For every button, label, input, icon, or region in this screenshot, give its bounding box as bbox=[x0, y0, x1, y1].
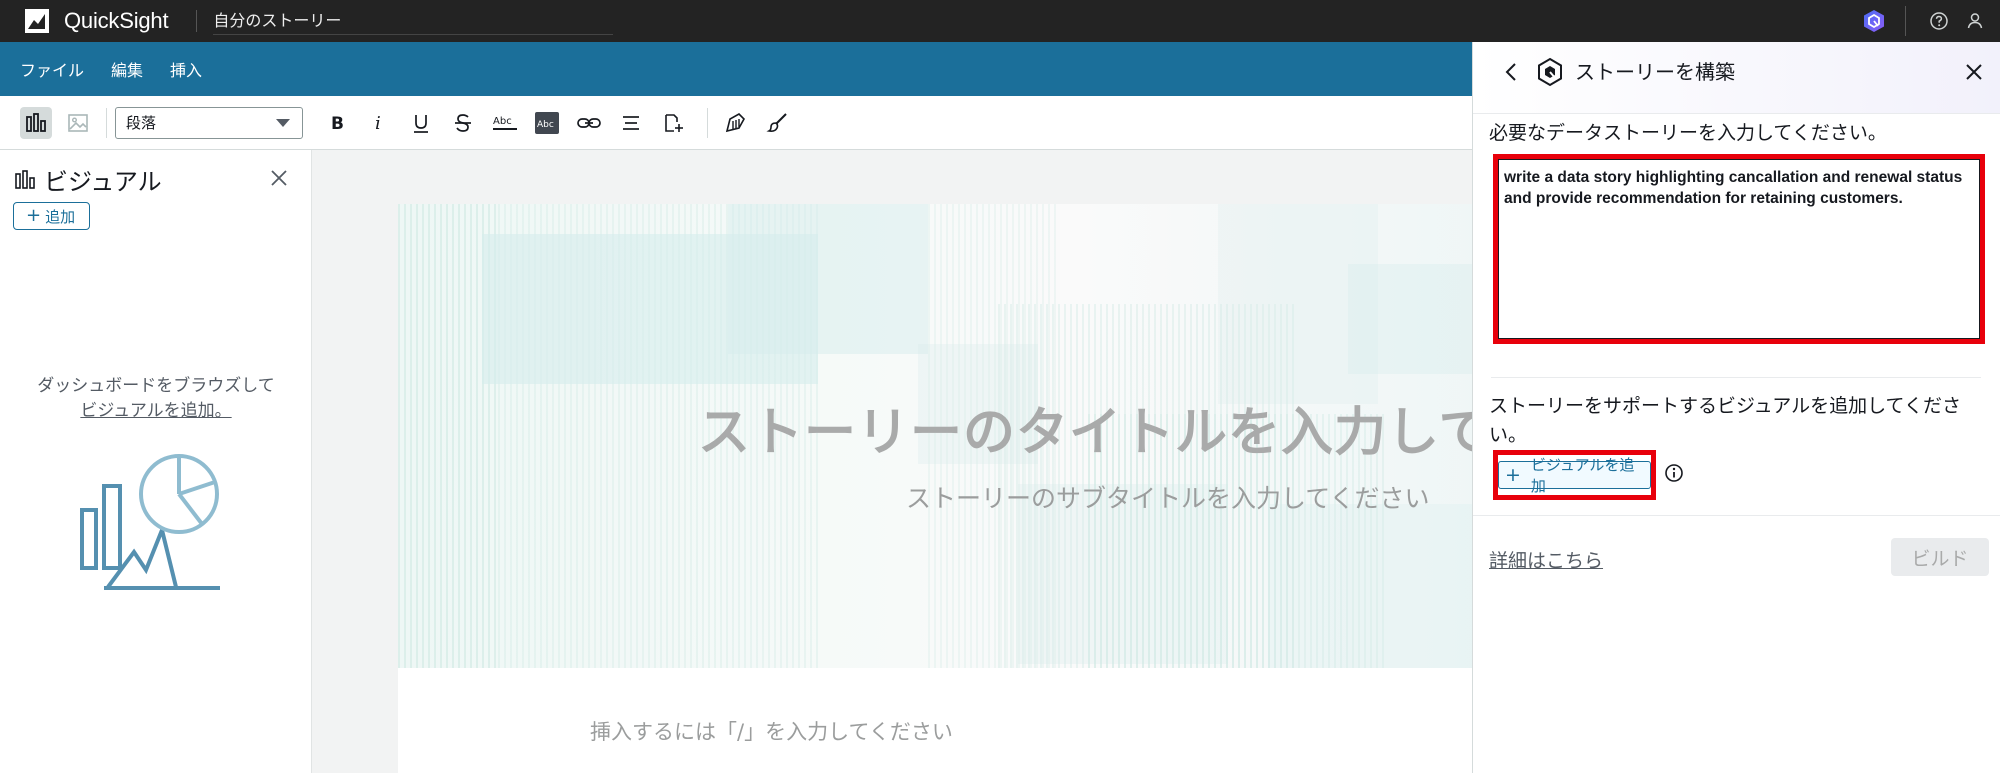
story-subtitle-placeholder[interactable]: ストーリーのサブタイトルを入力してください bbox=[906, 479, 1430, 515]
add-visual-label: 追加 bbox=[45, 207, 76, 226]
underline-icon bbox=[414, 114, 428, 133]
story-canvas: ストーリーのタイトルを入力してく ストーリーのサブタイトルを入力してください 挿… bbox=[312, 150, 1472, 773]
visuals-toggle-button[interactable] bbox=[20, 106, 52, 139]
plus-icon: + bbox=[1505, 463, 1521, 486]
build-story-title: ストーリーを構築 bbox=[1575, 60, 1735, 84]
close-build-story-button[interactable] bbox=[1961, 59, 1987, 85]
add-supporting-visual-button[interactable]: + ビジュアルを追加 bbox=[1493, 450, 1656, 500]
toolbar-divider bbox=[106, 107, 107, 138]
toolbar-divider bbox=[707, 107, 708, 138]
link-button[interactable] bbox=[573, 107, 605, 139]
chevron-left-icon bbox=[1505, 63, 1516, 81]
menu-bar: ファイル 編集 挿入 bbox=[0, 42, 1472, 96]
close-icon bbox=[1966, 64, 1982, 80]
text-color-button[interactable]: Abc bbox=[489, 107, 521, 139]
q-assistant-icon[interactable] bbox=[1863, 10, 1885, 32]
quicksight-app: QuickSight 自分のストーリー ファイル 編集 挿入 段落 B i Ab… bbox=[0, 0, 2000, 773]
theme-button[interactable] bbox=[720, 107, 752, 139]
build-button[interactable]: ビルド bbox=[1891, 538, 1989, 576]
visuals-empty-state: ダッシュボードをブラウズして ビジュアルを追加。 bbox=[0, 374, 312, 424]
topbar-divider bbox=[196, 10, 198, 32]
add-visual-button[interactable]: + 追加 bbox=[13, 202, 91, 230]
menu-insert[interactable]: 挿入 bbox=[170, 57, 202, 81]
section-divider bbox=[1491, 377, 1981, 378]
user-icon[interactable] bbox=[1964, 10, 1986, 32]
build-story-panel: ストーリーを構築 必要なデータストーリーを入力してください。 write a d… bbox=[1472, 42, 2000, 773]
menu-file[interactable]: ファイル bbox=[20, 57, 84, 81]
topbar-actions bbox=[1863, 0, 2000, 42]
learn-more-link[interactable]: 詳細はこちら bbox=[1489, 546, 1603, 573]
help-icon[interactable] bbox=[1928, 10, 1950, 32]
align-button[interactable] bbox=[615, 107, 647, 139]
insert-block-button[interactable] bbox=[657, 107, 689, 139]
add-visual-link[interactable]: ビジュアルを追加。 bbox=[80, 401, 231, 421]
section-divider bbox=[1473, 515, 2000, 516]
paragraph-style-select[interactable]: 段落 bbox=[115, 106, 303, 139]
visuals-panel-title: ビジュアル bbox=[44, 168, 162, 196]
empty-visuals-illustration bbox=[80, 454, 220, 590]
document-title-input[interactable]: 自分のストーリー bbox=[213, 7, 614, 35]
bold-button[interactable]: B bbox=[321, 107, 353, 139]
paragraph-style-value: 段落 bbox=[126, 114, 157, 132]
italic-icon: i bbox=[375, 113, 381, 134]
image-icon bbox=[68, 113, 88, 132]
italic-button[interactable]: i bbox=[363, 107, 395, 139]
back-button[interactable] bbox=[1499, 60, 1523, 84]
supporting-visuals-label: ストーリーをサポートするビジュアルを追加してください。 bbox=[1489, 395, 1961, 446]
topbar-actions-divider bbox=[1905, 6, 1906, 36]
image-button[interactable] bbox=[62, 107, 94, 139]
underline-button[interactable] bbox=[405, 107, 437, 139]
info-icon[interactable] bbox=[1663, 462, 1685, 484]
strikethrough-button[interactable] bbox=[447, 107, 479, 139]
top-bar: QuickSight 自分のストーリー bbox=[0, 0, 2000, 42]
svg-text:Abc: Abc bbox=[537, 120, 554, 130]
insert-block-icon bbox=[665, 113, 683, 132]
close-icon bbox=[271, 170, 287, 186]
plus-icon: + bbox=[26, 205, 42, 226]
highlight-icon: Abc bbox=[535, 111, 559, 134]
strikethrough-icon bbox=[455, 113, 471, 132]
theme-icon bbox=[725, 112, 745, 132]
svg-text:Abc: Abc bbox=[493, 116, 512, 127]
story-prompt-textarea[interactable]: write a data story highlighting cancalla… bbox=[1493, 154, 1985, 344]
editor-toolbar: 段落 B i Abc Abc bbox=[0, 96, 1472, 150]
app-name: QuickSight bbox=[64, 8, 169, 33]
paint-brush-icon bbox=[766, 112, 787, 132]
add-visual-label: ビジュアルを追加 bbox=[1530, 456, 1635, 495]
empty-state-text: ダッシュボードをブラウズして bbox=[37, 376, 275, 396]
story-hero-background: ストーリーのタイトルを入力してく ストーリーのサブタイトルを入力してください bbox=[398, 204, 1472, 668]
q-assistant-icon bbox=[1538, 57, 1562, 87]
highlight-button[interactable]: Abc bbox=[531, 107, 563, 139]
align-icon bbox=[623, 115, 639, 130]
svg-text:B: B bbox=[331, 114, 344, 134]
svg-text:i: i bbox=[375, 113, 381, 134]
paint-brush-button[interactable] bbox=[762, 107, 794, 139]
text-color-icon: Abc bbox=[493, 116, 517, 130]
app-logo[interactable]: QuickSight bbox=[0, 0, 169, 42]
story-prompt-label: 必要なデータストーリーを入力してください。 bbox=[1489, 122, 1887, 144]
story-page[interactable]: ストーリーのタイトルを入力してく ストーリーのサブタイトルを入力してください 挿… bbox=[398, 204, 1472, 773]
quicksight-logo-icon bbox=[25, 9, 49, 33]
build-story-panel-header: ストーリーを構築 bbox=[1473, 42, 2000, 114]
close-visuals-panel-button[interactable] bbox=[267, 166, 291, 190]
visuals-icon bbox=[26, 112, 46, 132]
add-visual-inner: + ビジュアルを追加 bbox=[1498, 456, 1651, 495]
story-title-placeholder[interactable]: ストーリーのタイトルを入力してく bbox=[698, 390, 1472, 465]
insert-hint-text[interactable]: 挿入するには「/」を入力してください bbox=[590, 716, 953, 746]
menu-edit[interactable]: 編集 bbox=[111, 57, 143, 81]
caret-down-icon bbox=[276, 118, 290, 127]
bold-icon: B bbox=[331, 114, 344, 134]
visuals-panel-header: ビジュアル bbox=[14, 162, 162, 197]
visuals-panel: ビジュアル + 追加 ダッシュボードをブラウズして ビジュアルを追加。 bbox=[0, 150, 312, 773]
link-icon bbox=[577, 117, 601, 128]
visuals-icon bbox=[15, 169, 35, 189]
